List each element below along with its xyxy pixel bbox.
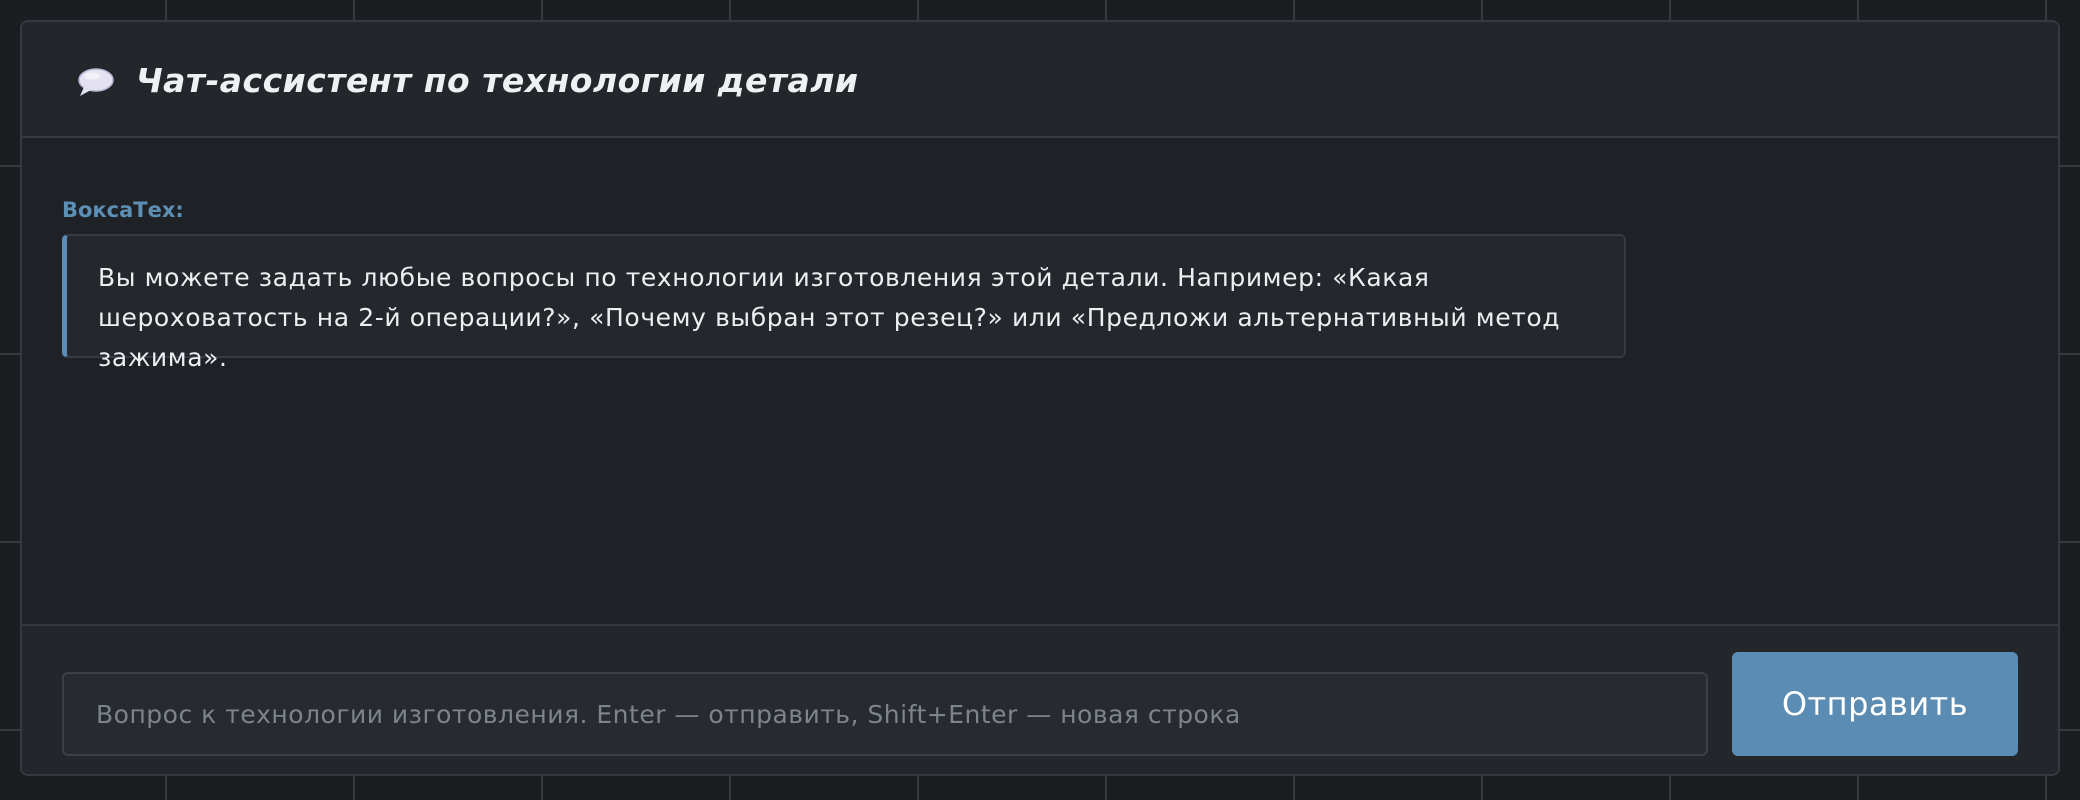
message-composer: Отправить: [22, 624, 2058, 774]
question-input[interactable]: [62, 672, 1708, 756]
chat-panel: Чат-ассистент по технологии детали Вокса…: [20, 20, 2060, 776]
speech-bubble-icon: [76, 66, 116, 100]
page-title: Чат-ассистент по технологии детали: [136, 61, 859, 100]
chat-header: Чат-ассистент по технологии детали: [22, 22, 2058, 138]
message-sender: ВоксаТех:: [62, 198, 184, 222]
send-button[interactable]: Отправить: [1732, 652, 2018, 756]
message-text: Вы можете задать любые вопросы по технол…: [98, 263, 1561, 372]
assistant-message: Вы можете задать любые вопросы по технол…: [62, 234, 1626, 372]
message-list: ВоксаТех: Вы можете задать любые вопросы…: [22, 138, 2058, 644]
